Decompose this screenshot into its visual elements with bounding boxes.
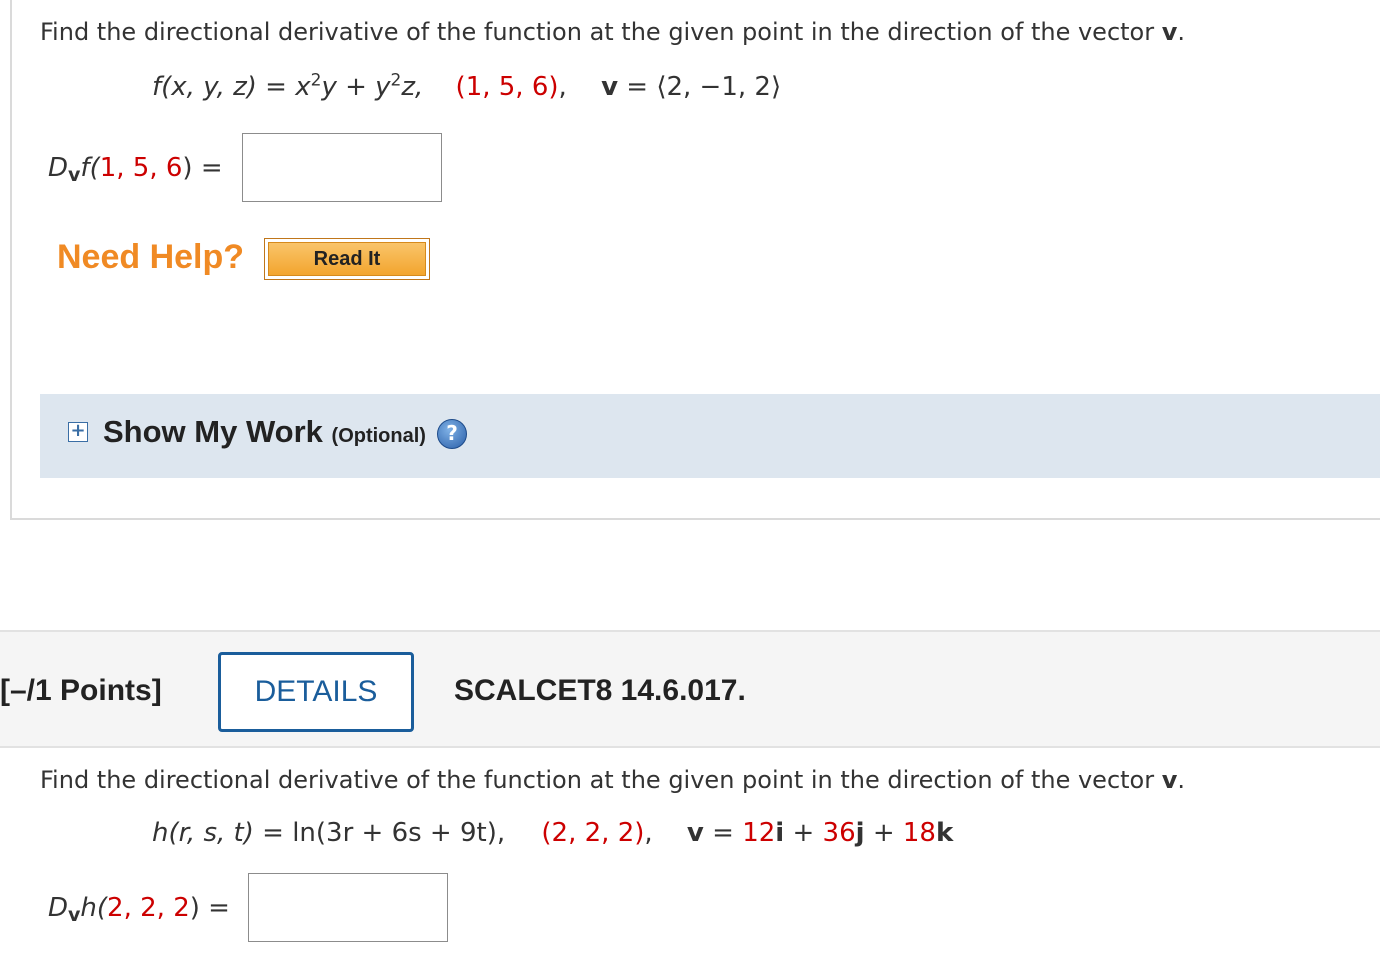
function-rhs: = ln(3r + 6s + 9t), bbox=[253, 818, 506, 848]
point-comma: , bbox=[644, 818, 653, 848]
derivative-subscript: v bbox=[68, 164, 81, 186]
vector-coef-i: 12 bbox=[742, 818, 776, 848]
point-comma: , bbox=[558, 72, 567, 102]
vector-coef-k: 18 bbox=[902, 818, 936, 848]
question-1-formula: f(x, y, z) = x2y + y2z, (1, 5, 6), v = ⟨… bbox=[152, 72, 781, 102]
question-2-header: [–/1 Points] DETAILS SCALCET8 14.6.017. bbox=[0, 630, 1380, 748]
vector-value: = ⟨2, −1, 2⟩ bbox=[618, 72, 782, 102]
question-2-prompt: Find the directional derivative of the f… bbox=[40, 766, 1185, 794]
given-point: (2, 2, 2) bbox=[541, 818, 645, 848]
function-end: z, bbox=[401, 72, 424, 102]
prompt-period: . bbox=[1177, 18, 1186, 46]
derivative-subscript: v bbox=[68, 904, 81, 926]
derivative-D: D bbox=[48, 893, 69, 923]
exponent: 2 bbox=[390, 70, 402, 91]
derivative-equals: ) = bbox=[182, 153, 223, 183]
function-lhs: h(r, s, t) bbox=[152, 818, 254, 848]
derivative-point: 1, 5, 6 bbox=[99, 153, 183, 183]
derivative-function: f( bbox=[80, 153, 100, 183]
derivative-function: h( bbox=[80, 893, 108, 923]
points-label: [–/1 Points] bbox=[0, 674, 162, 707]
given-point: (1, 5, 6) bbox=[455, 72, 559, 102]
details-button[interactable]: DETAILS bbox=[218, 652, 414, 732]
need-help-label: Need Help? bbox=[57, 238, 245, 276]
unit-k: k bbox=[935, 818, 954, 848]
vector-name: v bbox=[686, 818, 704, 848]
function-mid: y + y bbox=[321, 72, 391, 102]
read-it-label: Read It bbox=[268, 242, 426, 276]
plus-sign: + bbox=[784, 818, 823, 848]
question-2-formula: h(r, s, t) = ln(3r + 6s + 9t), (2, 2, 2)… bbox=[152, 818, 953, 848]
derivative-equals: ) = bbox=[189, 893, 230, 923]
help-question-icon[interactable]: ? bbox=[437, 419, 467, 449]
show-my-work-label: Show My Work bbox=[103, 414, 323, 449]
read-it-button[interactable]: Read It bbox=[264, 238, 430, 280]
answer-label-2: Dvh(2, 2, 2) = bbox=[48, 893, 230, 926]
prompt-text: Find the directional derivative of the f… bbox=[40, 766, 1155, 794]
derivative-point: 2, 2, 2 bbox=[107, 893, 190, 923]
vector-name: v bbox=[601, 72, 619, 102]
vector-equals: = bbox=[703, 818, 743, 848]
plus-sign: + bbox=[864, 818, 903, 848]
derivative-D: D bbox=[48, 153, 69, 183]
optional-label: (Optional) bbox=[331, 425, 426, 447]
question-code: SCALCET8 14.6.017. bbox=[454, 674, 746, 707]
exponent: 2 bbox=[310, 70, 322, 91]
unit-j: j bbox=[855, 818, 865, 848]
show-my-work-panel: + Show My Work (Optional) ? bbox=[40, 394, 1380, 478]
expand-plus-icon[interactable]: + bbox=[68, 422, 88, 442]
prompt-text: Find the directional derivative of the f… bbox=[40, 18, 1155, 46]
unit-i: i bbox=[775, 818, 785, 848]
vector-symbol: v bbox=[1161, 18, 1178, 46]
answer-input-2[interactable] bbox=[248, 873, 448, 942]
prompt-period: . bbox=[1177, 766, 1186, 794]
function-lhs: f(x, y, z) = x bbox=[152, 72, 311, 102]
answer-input-1[interactable] bbox=[242, 133, 442, 202]
show-my-work-title[interactable]: Show My Work (Optional) bbox=[103, 414, 426, 450]
vector-coef-j: 36 bbox=[822, 818, 856, 848]
question-1-prompt: Find the directional derivative of the f… bbox=[40, 18, 1185, 46]
vector-symbol: v bbox=[1161, 766, 1178, 794]
answer-label-1: Dvf(1, 5, 6) = bbox=[48, 153, 223, 186]
